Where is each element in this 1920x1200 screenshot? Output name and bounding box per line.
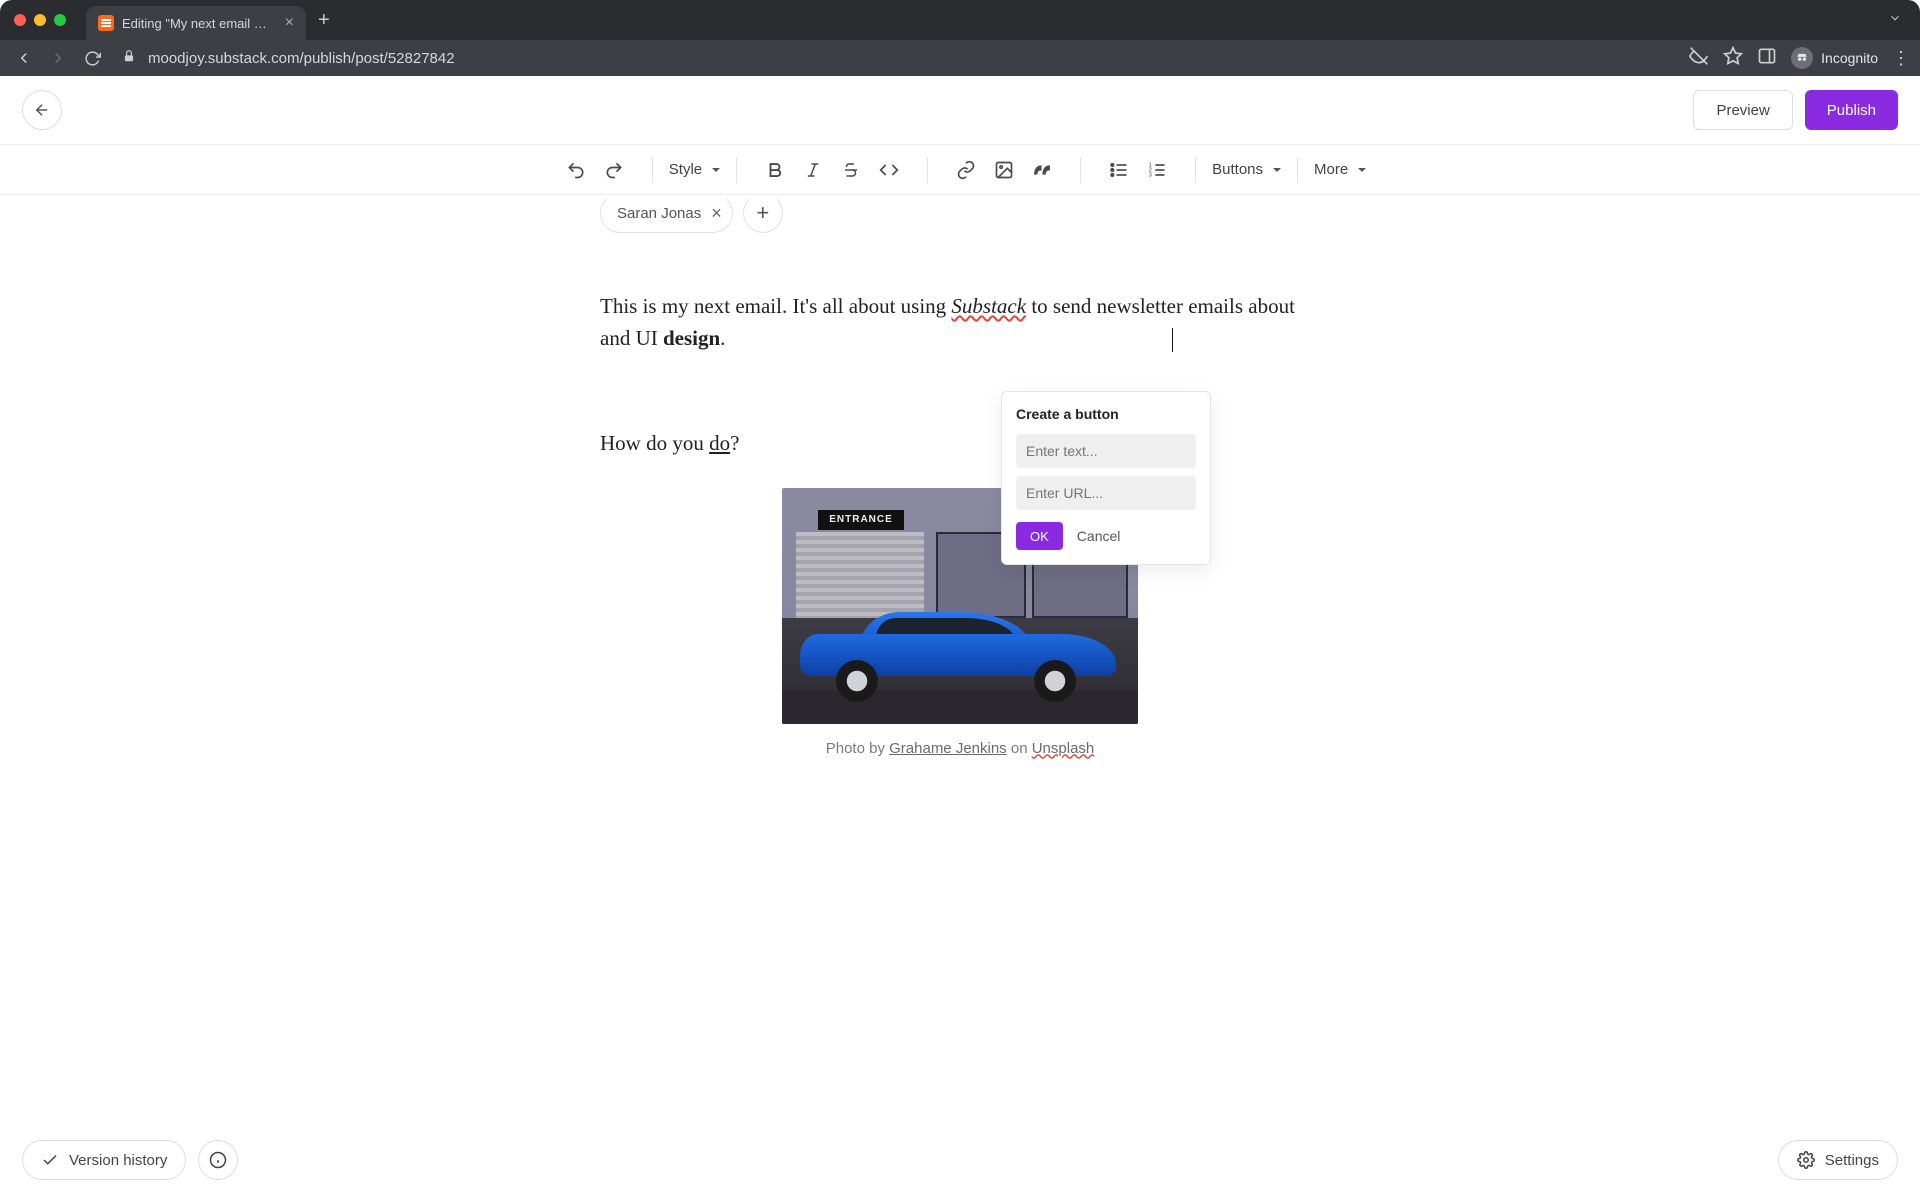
browser-chrome: Editing "My next email messag × + moodjo…: [0, 0, 1920, 76]
nav-reload-button[interactable]: [78, 44, 106, 72]
tab-title: Editing "My next email messag: [122, 16, 277, 31]
entrance-sign: ENTRANCE: [818, 510, 904, 530]
paragraph-1[interactable]: This is my next email. It's all about us…: [600, 291, 1320, 354]
address-bar: moodjoy.substack.com/publish/post/528278…: [0, 40, 1920, 76]
nav-back-button[interactable]: [10, 44, 38, 72]
author-row: Saran Jonas × +: [600, 193, 1320, 233]
window-controls: [14, 14, 66, 26]
code-button[interactable]: [871, 152, 907, 188]
editor-footer: Version history Settings: [0, 1122, 1920, 1198]
incognito-icon: [1791, 47, 1813, 69]
buttons-dropdown[interactable]: Buttons: [1206, 161, 1287, 178]
editor-back-button[interactable]: [22, 90, 62, 130]
strikethrough-button[interactable]: [833, 152, 869, 188]
tab-close-icon[interactable]: ×: [285, 15, 294, 31]
settings-button[interactable]: Settings: [1778, 1140, 1898, 1180]
browser-menu-icon[interactable]: ⋮: [1892, 48, 1910, 69]
post-content[interactable]: Saran Jonas × + This is my next email. I…: [600, 193, 1320, 759]
text-cursor-icon: [1172, 328, 1173, 352]
editor-toolbar: Style 123 Buttons More: [0, 145, 1920, 195]
image-button[interactable]: [986, 152, 1022, 188]
add-author-button[interactable]: +: [743, 193, 783, 233]
popover-cancel-button[interactable]: Cancel: [1077, 528, 1121, 544]
svg-text:3: 3: [1149, 172, 1152, 178]
bold-text: design: [663, 326, 720, 350]
paragraph-2[interactable]: How do you do?: [600, 428, 1320, 460]
spellcheck-underline: Substack: [951, 294, 1026, 318]
popover-ok-button[interactable]: OK: [1016, 522, 1063, 550]
eye-off-icon[interactable]: [1689, 46, 1709, 71]
incognito-label: Incognito: [1821, 50, 1878, 66]
star-icon[interactable]: [1723, 46, 1743, 71]
undo-button[interactable]: [558, 152, 594, 188]
window-minimize-icon[interactable]: [34, 14, 46, 26]
ordered-list-button[interactable]: 123: [1139, 152, 1175, 188]
bold-button[interactable]: [757, 152, 793, 188]
preview-button[interactable]: Preview: [1693, 90, 1792, 130]
italic-button[interactable]: [795, 152, 831, 188]
substack-favicon-icon: [98, 15, 114, 31]
tab-overflow-icon[interactable]: [1888, 11, 1902, 30]
panel-icon[interactable]: [1757, 46, 1777, 71]
editor-area: Saran Jonas × + This is my next email. I…: [0, 193, 1920, 1198]
window-maximize-icon[interactable]: [54, 14, 66, 26]
quote-button[interactable]: [1024, 152, 1060, 188]
redo-button[interactable]: [596, 152, 632, 188]
create-button-popover: Create a button OK Cancel: [1001, 391, 1211, 565]
incognito-badge[interactable]: Incognito: [1791, 47, 1878, 69]
photographer-link[interactable]: Grahame Jenkins: [889, 740, 1007, 757]
button-url-input[interactable]: [1016, 476, 1196, 510]
lock-icon[interactable]: [122, 49, 136, 68]
popover-title: Create a button: [1016, 406, 1196, 422]
url-text[interactable]: moodjoy.substack.com/publish/post/528278…: [148, 50, 455, 67]
button-text-input[interactable]: [1016, 434, 1196, 468]
author-chip[interactable]: Saran Jonas ×: [600, 193, 733, 233]
publish-button[interactable]: Publish: [1805, 90, 1898, 130]
browser-tab[interactable]: Editing "My next email messag ×: [86, 6, 306, 40]
info-button[interactable]: [198, 1140, 238, 1180]
tab-bar: Editing "My next email messag × +: [0, 0, 1920, 40]
bullet-list-button[interactable]: [1101, 152, 1137, 188]
style-dropdown[interactable]: Style: [663, 161, 726, 178]
author-name: Saran Jonas: [617, 205, 701, 222]
image-caption[interactable]: Photo by Grahame Jenkins on Unsplash: [826, 738, 1095, 759]
window-close-icon[interactable]: [14, 14, 26, 26]
source-link[interactable]: Unsplash: [1032, 740, 1095, 757]
remove-author-icon[interactable]: ×: [711, 203, 722, 224]
app-header: Preview Publish: [0, 76, 1920, 145]
link-button[interactable]: [948, 152, 984, 188]
version-history-button[interactable]: Version history: [22, 1140, 186, 1180]
nav-forward-button[interactable]: [44, 44, 72, 72]
new-tab-button[interactable]: +: [318, 9, 330, 32]
more-dropdown[interactable]: More: [1308, 161, 1372, 178]
image-figure[interactable]: ENTRANCE Photo by Grahame Jenkins on Uns…: [600, 488, 1320, 759]
